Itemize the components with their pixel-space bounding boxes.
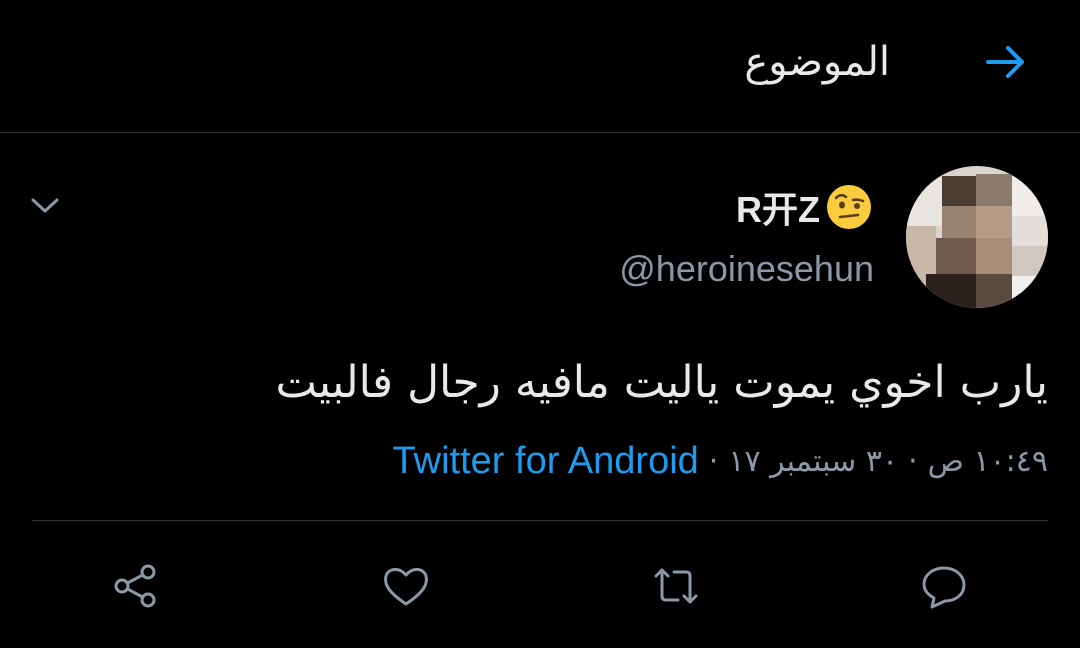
avatar[interactable] xyxy=(906,166,1048,308)
share-icon xyxy=(114,564,156,608)
display-name-text: R开Z xyxy=(736,189,820,230)
heart-icon xyxy=(384,568,428,606)
reply-button[interactable] xyxy=(914,556,974,616)
top-app-bar: الموضوع xyxy=(0,0,1080,133)
like-button[interactable] xyxy=(376,556,436,616)
tweet-source-link[interactable]: Twitter for Android xyxy=(393,440,699,483)
back-button[interactable] xyxy=(966,30,1046,94)
separator-dot: · xyxy=(908,443,918,479)
reply-icon xyxy=(922,566,966,609)
divider xyxy=(32,520,1048,521)
pixelated-avatar-image xyxy=(906,166,1048,308)
tweet-menu-button[interactable] xyxy=(22,185,68,225)
share-button[interactable] xyxy=(106,556,166,616)
chevron-down-icon xyxy=(31,198,59,213)
tweet-text: يارب اخوي يموت ياليت مافيه رجال فالبيت xyxy=(275,357,1048,408)
page-title: الموضوع xyxy=(744,39,890,85)
face-with-raised-eyebrow-icon xyxy=(827,185,871,229)
tweet-metadata: ١٠:٤٩ ص · ٣٠ سبتمبر ١٧ · Twitter for And… xyxy=(393,436,1048,486)
retweet-button[interactable] xyxy=(646,556,706,616)
user-handle[interactable]: @heroinesehun xyxy=(619,248,874,290)
display-name[interactable]: R开Z xyxy=(736,180,874,234)
separator-dot: · xyxy=(708,443,719,479)
retweet-icon xyxy=(654,568,698,604)
tweet-date: ٣٠ سبتمبر ١٧ xyxy=(728,443,899,479)
tweet-time: ١٠:٤٩ ص xyxy=(927,443,1048,479)
arrow-right-icon xyxy=(986,46,1024,78)
